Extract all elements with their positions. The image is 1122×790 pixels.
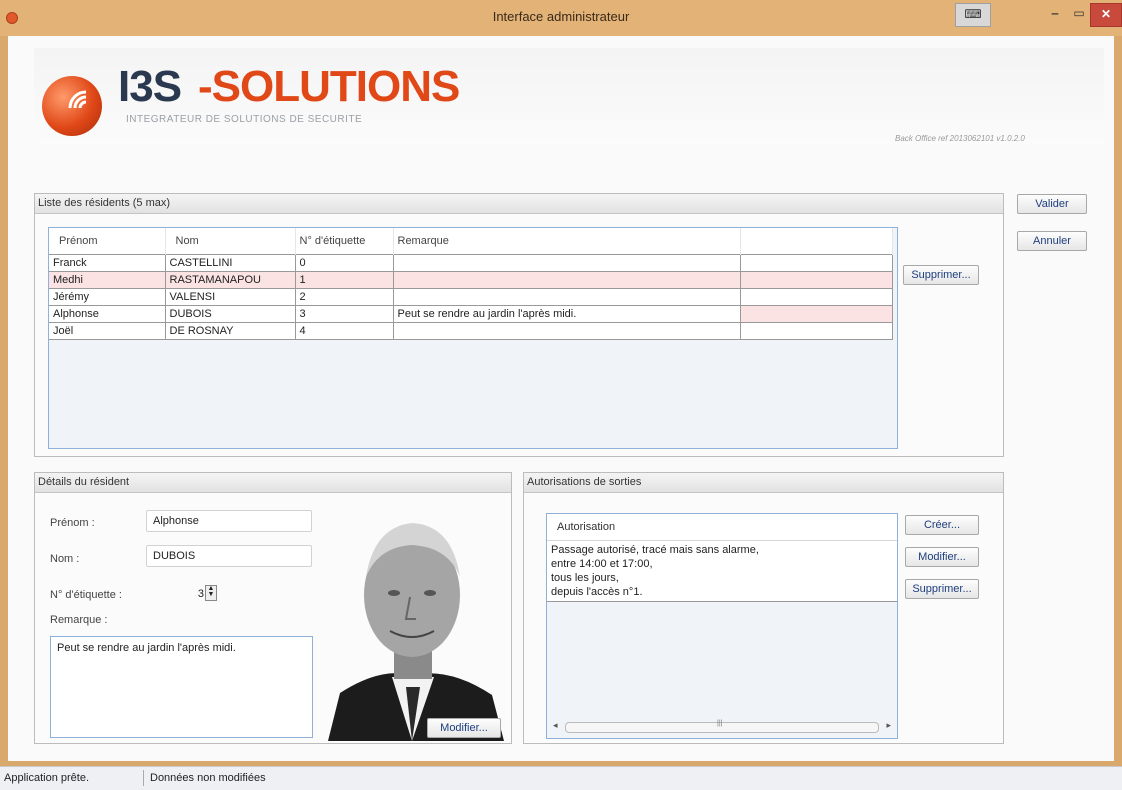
cell-remarque[interactable] — [392, 271, 741, 289]
column-header-empty — [740, 228, 893, 255]
residents-grid[interactable]: Prénom Nom N° d'étiquette Remarque Franc… — [48, 227, 898, 449]
scroll-left-icon[interactable]: ◂ — [553, 720, 558, 731]
column-header-nom[interactable]: Nom — [165, 228, 296, 255]
nom-label: Nom : — [50, 553, 80, 565]
cell-prenom[interactable]: Franck — [49, 254, 166, 272]
delete-authorization-button[interactable]: Supprimer... — [905, 579, 979, 599]
cell-prenom[interactable]: Jérémy — [49, 288, 166, 306]
cell-tag[interactable]: 4 — [294, 322, 394, 340]
cell-tag[interactable]: 2 — [294, 288, 394, 306]
logo-header: I3S -SOLUTIONS INTEGRATEUR DE SOLUTIONS … — [34, 48, 1104, 144]
table-row[interactable]: Joël DE ROSNAY 4 — [49, 322, 893, 340]
cell-tag[interactable]: 3 — [294, 305, 394, 323]
cell-nom[interactable]: VALENSI — [164, 288, 296, 306]
modify-photo-button[interactable]: Modifier... — [427, 718, 501, 738]
column-header-tag[interactable]: N° d'étiquette — [295, 228, 394, 255]
resident-photo — [320, 507, 506, 741]
validate-button[interactable]: Valider — [1017, 194, 1087, 214]
logo-tagline: INTEGRATEUR DE SOLUTIONS DE SECURITE — [126, 114, 363, 125]
authorizations-group-title: Autorisations de sorties — [524, 473, 1003, 493]
delete-resident-button[interactable]: Supprimer... — [903, 265, 979, 285]
table-row[interactable]: Franck CASTELLINI 0 — [49, 254, 893, 272]
close-button[interactable]: ✕ — [1090, 3, 1122, 27]
tag-label: N° d'étiquette : — [50, 589, 122, 601]
logo-brand-b: -SOLUTIONS — [198, 62, 460, 111]
logo-globe-icon — [42, 76, 102, 136]
tag-value[interactable]: 3 — [180, 588, 204, 600]
cell-empty[interactable] — [739, 305, 893, 323]
column-header-prenom[interactable]: Prénom — [49, 228, 166, 255]
cell-tag[interactable]: 1 — [294, 271, 394, 289]
residents-group-title: Liste des résidents (5 max) — [35, 194, 1003, 214]
cell-prenom[interactable]: Joël — [49, 322, 166, 340]
remarque-label: Remarque : — [50, 614, 108, 626]
authorization-line: tous les jours, — [551, 572, 619, 584]
status-ready: Application prête. — [4, 772, 89, 784]
prenom-label: Prénom : — [50, 517, 95, 529]
cell-empty[interactable] — [739, 288, 893, 306]
version-label: Back Office ref 2013062101 v1.0.2.0 — [895, 134, 1025, 143]
prenom-field[interactable]: Alphonse — [146, 510, 312, 532]
window-title: Interface administrateur — [492, 9, 630, 24]
status-separator — [143, 770, 144, 786]
cell-remarque[interactable] — [392, 322, 741, 340]
cell-prenom[interactable]: Alphonse — [49, 305, 166, 323]
table-row[interactable]: Jérémy VALENSI 2 — [49, 288, 893, 306]
table-row[interactable]: Alphonse DUBOIS 3 Peut se rendre au jard… — [49, 305, 893, 323]
modify-authorization-button[interactable]: Modifier... — [905, 547, 979, 567]
cell-tag[interactable]: 0 — [294, 254, 394, 272]
table-row[interactable]: Medhi RASTAMANAPOU 1 — [49, 271, 893, 289]
column-header-autorisation[interactable]: Autorisation — [547, 514, 897, 541]
cell-nom[interactable]: DUBOIS — [164, 305, 296, 323]
remarque-field[interactable]: Peut se rendre au jardin l'après midi. — [50, 636, 313, 738]
cell-remarque[interactable]: Peut se rendre au jardin l'après midi. — [392, 305, 741, 323]
cell-empty[interactable] — [739, 271, 893, 289]
scroll-right-icon[interactable]: ▸ — [886, 720, 891, 731]
cell-nom[interactable]: CASTELLINI — [164, 254, 296, 272]
cell-remarque[interactable] — [392, 254, 741, 272]
cell-empty[interactable] — [739, 254, 893, 272]
scroll-grip-icon: ||| — [717, 720, 723, 727]
cancel-button[interactable]: Annuler — [1017, 231, 1087, 251]
status-bar: Application prête. Données non modifiées — [0, 766, 1122, 790]
tag-stepper[interactable]: ▲ ▼ — [205, 585, 217, 601]
details-group-title: Détails du résident — [35, 473, 511, 493]
keyboard-icon[interactable]: ⌨ — [955, 3, 991, 27]
authorization-line: depuis l'accès n°1. — [551, 586, 643, 598]
authorization-line: Passage autorisé, tracé mais sans alarme… — [551, 544, 759, 556]
authorization-line: entre 14:00 et 17:00, — [551, 558, 653, 570]
cell-remarque[interactable] — [392, 288, 741, 306]
cell-empty[interactable] — [739, 322, 893, 340]
authorizations-grid[interactable]: Autorisation Passage autorisé, tracé mai… — [546, 513, 898, 739]
nom-field[interactable]: DUBOIS — [146, 545, 312, 567]
residents-header-row: Prénom Nom N° d'étiquette Remarque — [49, 228, 893, 255]
cell-nom[interactable]: DE ROSNAY — [164, 322, 296, 340]
status-data-state: Données non modifiées — [150, 772, 266, 784]
cell-prenom[interactable]: Medhi — [49, 271, 166, 289]
horizontal-scrollbar[interactable]: ◂ ||| ▸ — [553, 720, 891, 733]
authorization-entry[interactable]: Passage autorisé, tracé mais sans alarme… — [547, 541, 897, 602]
logo-brand-a: I3S — [118, 62, 182, 111]
cell-nom[interactable]: RASTAMANAPOU — [164, 271, 296, 289]
create-authorization-button[interactable]: Créer... — [905, 515, 979, 535]
column-header-remarque[interactable]: Remarque — [393, 228, 741, 255]
title-bar[interactable]: Interface administrateur ⌨ ‒ ▭ ✕ — [0, 0, 1122, 36]
